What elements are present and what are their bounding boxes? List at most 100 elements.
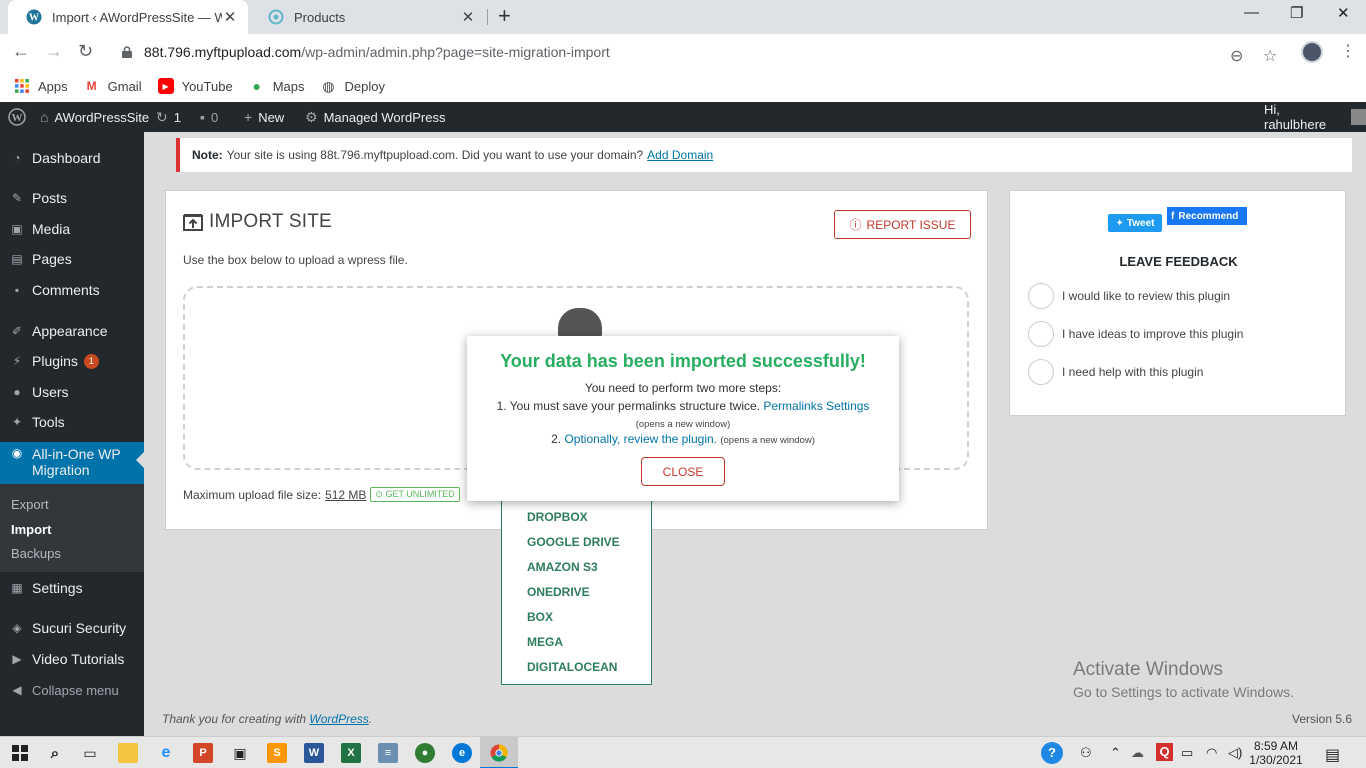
- close-button[interactable]: CLOSE: [641, 457, 725, 486]
- bookmark-maps[interactable]: ● Maps: [249, 78, 305, 94]
- managed-wordpress-link[interactable]: ⚙ Managed WordPress: [305, 102, 445, 132]
- file-explorer-icon[interactable]: [118, 743, 138, 763]
- onedrive-icon[interactable]: ☁: [1131, 745, 1144, 761]
- tweet-button[interactable]: ✦ Tweet: [1108, 214, 1162, 232]
- provider-google-drive[interactable]: GOOGLE DRIVE: [527, 535, 620, 549]
- review-plugin-link[interactable]: Optionally, review the plugin.: [564, 432, 717, 446]
- notepad-icon[interactable]: ≡: [378, 743, 398, 763]
- sidebar-item-label: Settings: [32, 580, 83, 596]
- provider-dropbox[interactable]: DROPBOX: [527, 510, 588, 524]
- feedback-option-ideas[interactable]: I have ideas to improve this plugin: [1028, 321, 1243, 347]
- wp-admin-bar: W ⌂ AWordPressSite ↻ 1 ▪ 0 + New ⚙ Manag…: [0, 102, 1366, 132]
- wordpress-link[interactable]: WordPress: [309, 712, 368, 726]
- task-view-icon[interactable]: ▭: [80, 743, 100, 763]
- help-icon[interactable]: ?: [1041, 742, 1063, 764]
- provider-amazon-s3[interactable]: AMAZON S3: [527, 560, 598, 574]
- system-clock[interactable]: 8:59 AM 1/30/2021: [1245, 739, 1307, 767]
- feedback-option-review[interactable]: I would like to review this plugin: [1028, 283, 1230, 309]
- notice-domain: 88t.796.myftpupload.com.: [320, 148, 459, 162]
- report-issue-button[interactable]: ⓘ REPORT ISSUE: [834, 210, 971, 239]
- facebook-recommend-button[interactable]: f Recommend: [1167, 207, 1247, 225]
- provider-box[interactable]: BOX: [527, 610, 553, 624]
- permalinks-settings-link[interactable]: Permalinks Settings: [763, 399, 869, 413]
- account-menu[interactable]: Hi, rahulbhere: [1264, 102, 1366, 132]
- notifications-icon[interactable]: ▤: [1325, 745, 1340, 765]
- radio-button[interactable]: [1028, 321, 1054, 347]
- internet-explorer-icon[interactable]: e: [156, 743, 176, 763]
- green-app-icon[interactable]: ●: [415, 743, 435, 763]
- q-app-icon[interactable]: Q: [1156, 743, 1173, 761]
- bookmark-label: YouTube: [181, 78, 233, 94]
- bookmark-apps[interactable]: Apps: [14, 78, 68, 94]
- volume-icon[interactable]: ◁): [1228, 745, 1242, 761]
- sidebar-item-comments[interactable]: ▪ Comments: [0, 275, 144, 305]
- updates-link[interactable]: ↻ 1: [156, 102, 181, 132]
- sidebar-item-all-in-one-wp-migration[interactable]: ◉ All-in-One WP Migration: [0, 442, 144, 484]
- site-name-link[interactable]: ⌂ AWordPressSite: [40, 102, 149, 132]
- powerpoint-icon[interactable]: P: [193, 743, 213, 763]
- submenu-backups[interactable]: Backups: [11, 546, 61, 561]
- bookmark-deploy[interactable]: ◍ Deploy: [320, 78, 385, 94]
- add-domain-link[interactable]: Add Domain: [647, 148, 713, 162]
- submenu-import[interactable]: Import: [11, 522, 51, 537]
- tray-expand-icon[interactable]: ⌃: [1110, 745, 1121, 761]
- bookmark-star-icon[interactable]: ☆: [1263, 46, 1277, 66]
- back-icon[interactable]: ←: [12, 41, 30, 61]
- sidebar-item-tools[interactable]: ✦ Tools: [0, 407, 144, 437]
- sidebar-item-pages[interactable]: ▤ Pages: [0, 244, 144, 274]
- plugins-update-badge: 1: [83, 353, 99, 369]
- bookmark-label: Maps: [272, 78, 305, 94]
- radio-button[interactable]: [1028, 283, 1054, 309]
- sidebar-item-label: Plugins: [32, 353, 78, 369]
- sublime-text-icon[interactable]: S: [267, 743, 287, 763]
- provider-mega[interactable]: MEGA: [527, 635, 563, 649]
- windows-start-icon[interactable]: [10, 743, 30, 763]
- edge-icon[interactable]: e: [452, 743, 472, 763]
- submenu-export[interactable]: Export: [11, 497, 49, 512]
- tab-close-icon[interactable]: ✕: [222, 8, 238, 26]
- wp-logo-icon[interactable]: W: [8, 102, 26, 132]
- people-icon[interactable]: ⚇: [1080, 745, 1092, 761]
- minimize-icon[interactable]: —: [1244, 4, 1259, 21]
- sidebar-item-label: Pages: [32, 251, 72, 267]
- provider-digitalocean[interactable]: DIGITALOCEAN: [527, 660, 617, 674]
- sidebar-item-sucuri[interactable]: ◈ Sucuri Security: [0, 613, 144, 643]
- sidebar-item-settings[interactable]: ▦ Settings: [0, 573, 144, 603]
- bookmark-gmail[interactable]: M Gmail: [84, 78, 142, 94]
- modal-title: Your data has been imported successfully…: [500, 351, 866, 371]
- sidebar-item-dashboard[interactable]: ◔ Dashboard: [0, 143, 144, 173]
- bookmark-youtube[interactable]: ▶ YouTube: [157, 78, 233, 94]
- new-tab-icon[interactable]: +: [498, 5, 511, 27]
- search-icon[interactable]: ⌕: [45, 743, 65, 763]
- forward-icon[interactable]: →: [45, 41, 63, 61]
- radio-button[interactable]: [1028, 359, 1054, 385]
- sidebar-item-media[interactable]: ▣ Media: [0, 214, 144, 244]
- battery-icon[interactable]: ▭: [1181, 745, 1193, 761]
- window-close-icon[interactable]: ✕: [1337, 4, 1350, 22]
- comments-link[interactable]: ▪ 0: [200, 102, 218, 132]
- tab-close-icon[interactable]: ✕: [460, 8, 476, 26]
- tab-products[interactable]: Products ✕: [250, 0, 486, 34]
- restore-icon[interactable]: ❐: [1290, 4, 1303, 22]
- sidebar-item-appearance[interactable]: ✐ Appearance: [0, 316, 144, 346]
- tab-import[interactable]: W Import ‹ AWordPressSite — WordPress ✕: [8, 0, 248, 34]
- new-content-link[interactable]: + New: [244, 102, 284, 132]
- sidebar-item-users[interactable]: ● Users: [0, 377, 144, 407]
- store-icon[interactable]: ▣: [230, 743, 250, 763]
- excel-icon[interactable]: X: [341, 743, 361, 763]
- sidebar-item-plugins[interactable]: ⚡ Plugins 1: [0, 346, 144, 376]
- wifi-icon[interactable]: ◠: [1206, 745, 1217, 761]
- sidebar-item-video-tutorials[interactable]: ▶ Video Tutorials: [0, 644, 144, 674]
- address-bar[interactable]: 88t.796.myftpupload.com/wp-admin/admin.p…: [110, 38, 1295, 66]
- chrome-menu-icon[interactable]: ⋮: [1340, 41, 1356, 61]
- get-unlimited-button[interactable]: ⊙ GET UNLIMITED: [370, 487, 460, 502]
- sidebar-item-posts[interactable]: ✎ Posts: [0, 183, 144, 213]
- chrome-icon[interactable]: [489, 743, 509, 763]
- provider-onedrive[interactable]: ONEDRIVE: [527, 585, 590, 599]
- zoom-icon[interactable]: ⊖: [1230, 46, 1243, 66]
- collapse-menu-button[interactable]: ◀ Collapse menu: [0, 675, 144, 705]
- feedback-option-help[interactable]: I need help with this plugin: [1028, 359, 1203, 385]
- reload-icon[interactable]: ↻: [78, 41, 93, 61]
- word-icon[interactable]: W: [304, 743, 324, 763]
- profile-avatar[interactable]: [1301, 41, 1323, 63]
